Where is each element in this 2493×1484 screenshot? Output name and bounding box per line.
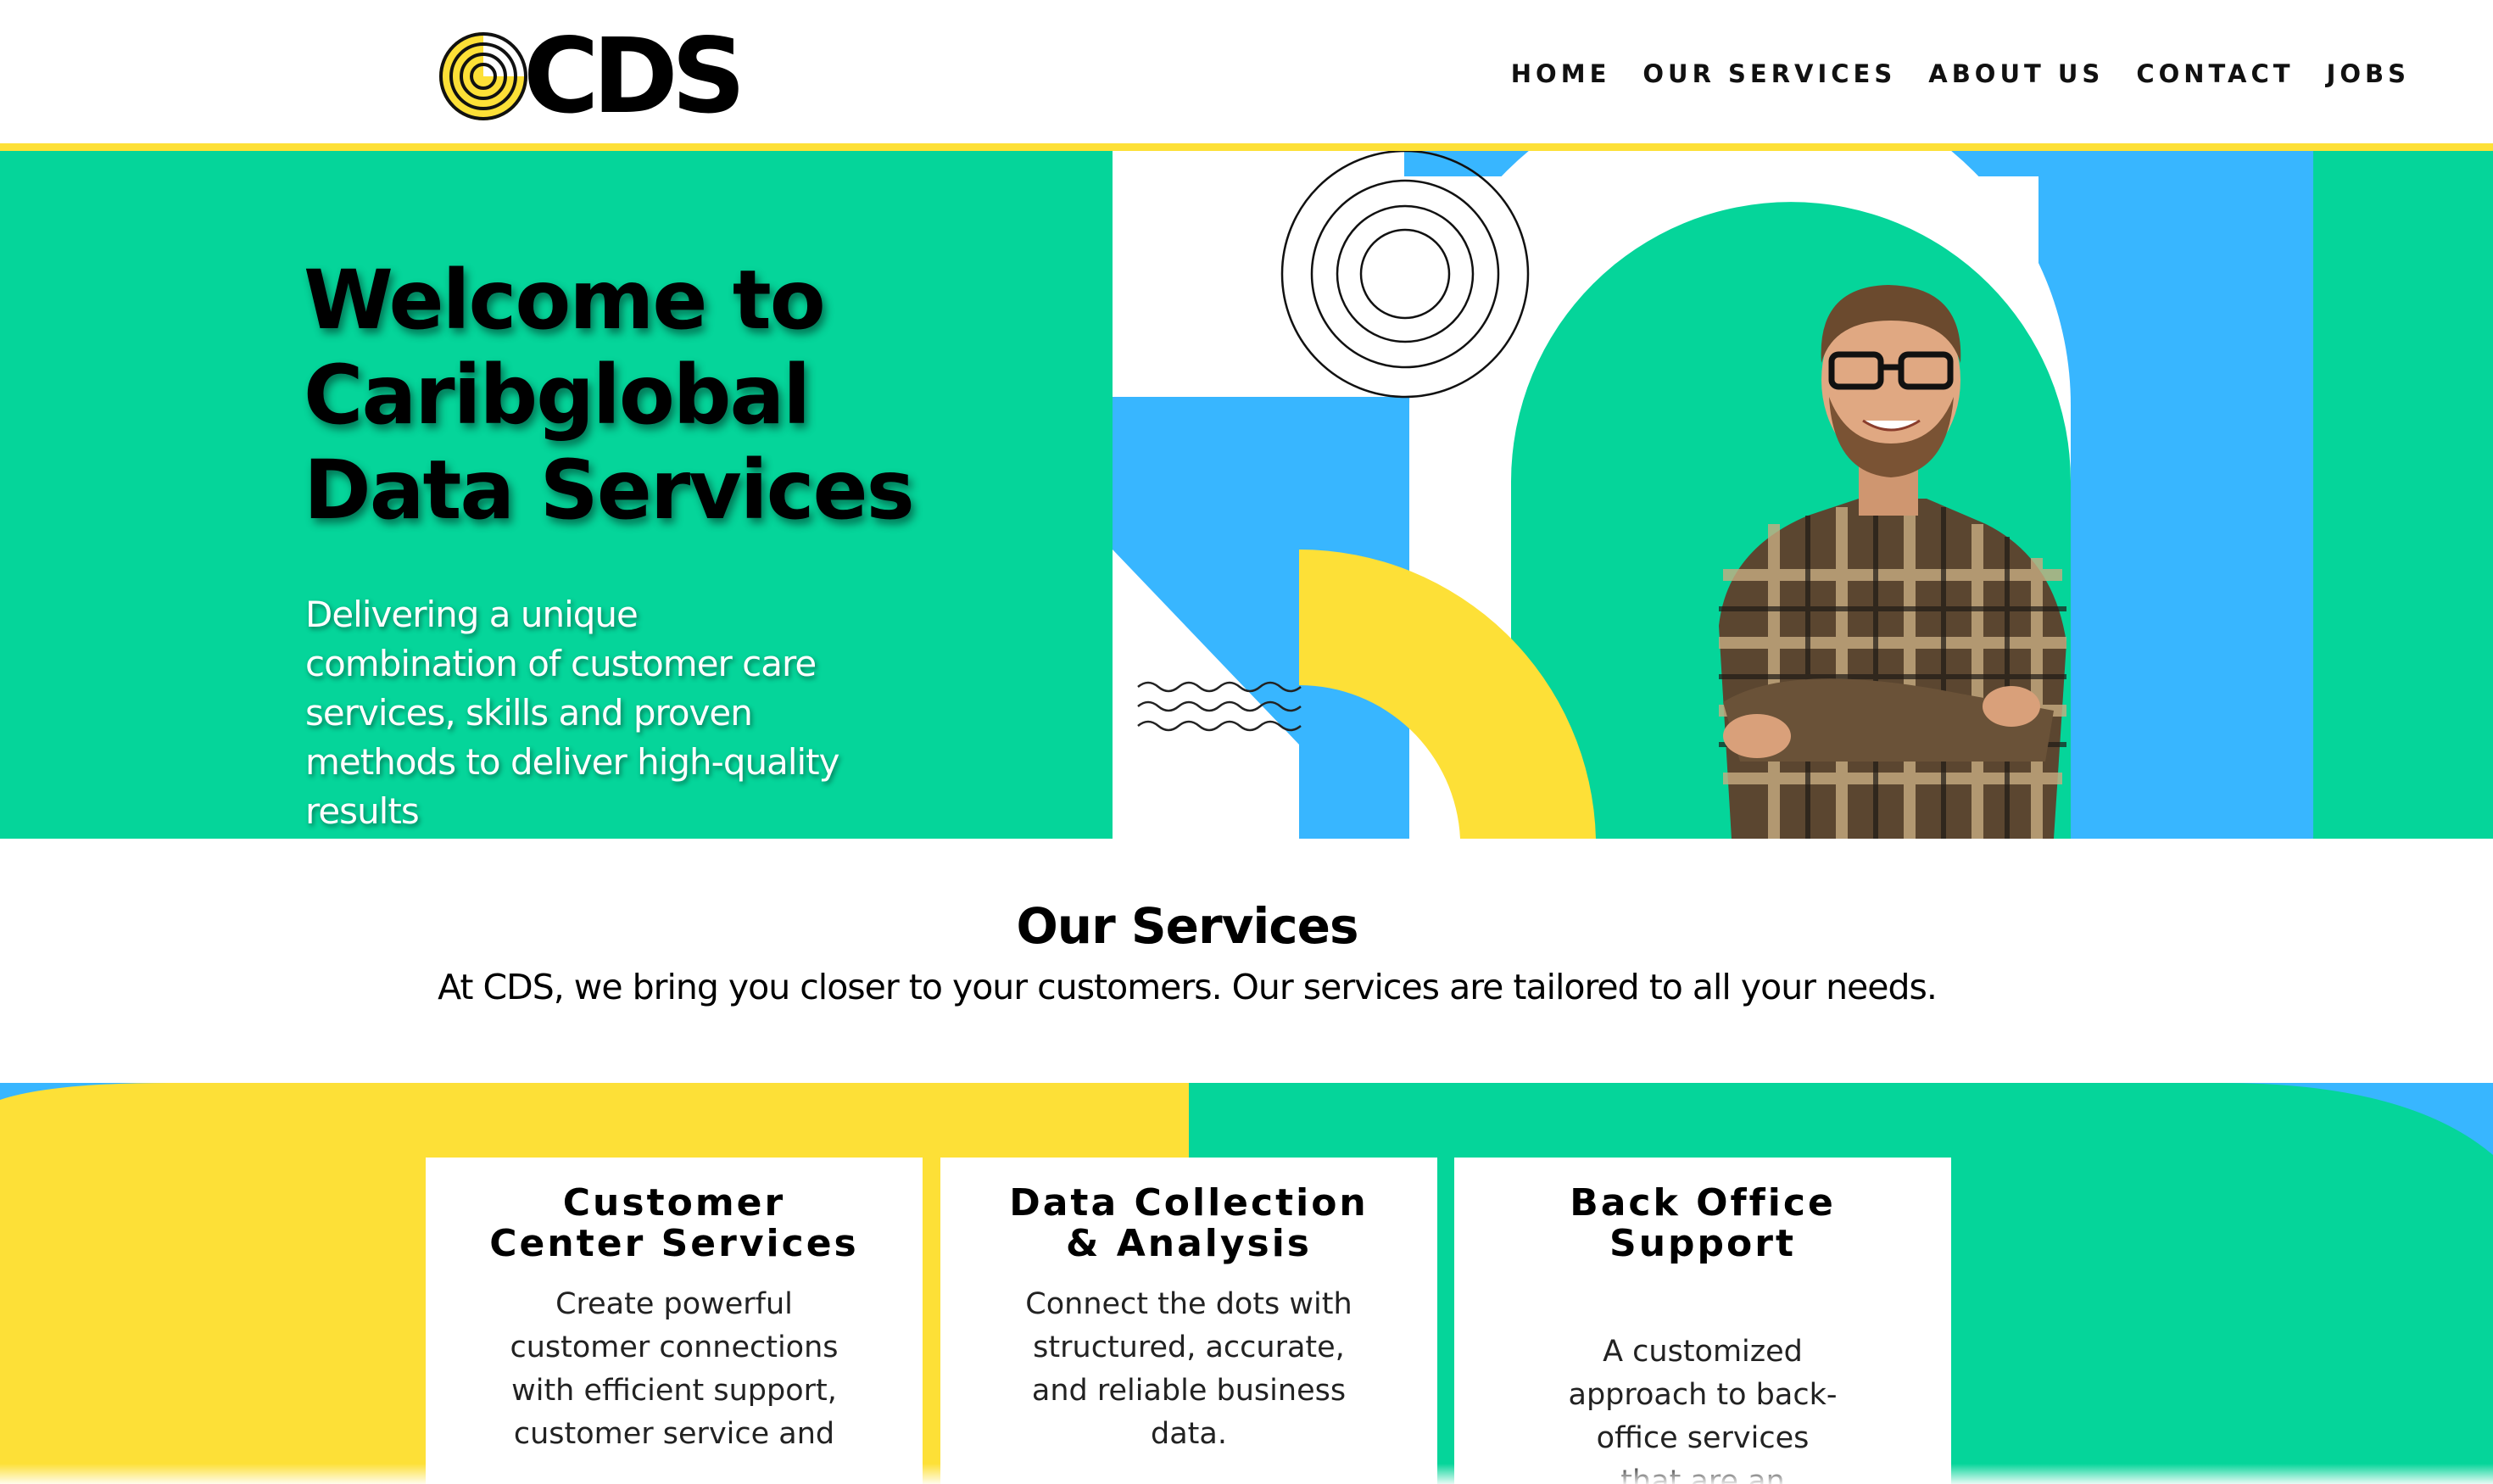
nav-jobs[interactable]: JOBS	[2327, 59, 2410, 88]
nav-home[interactable]: HOME	[1511, 59, 1611, 88]
card-text: Connect the dots with structured, accura…	[1025, 1287, 1352, 1451]
site-header: CDS HOME OUR SERVICES ABOUT US CONTACT J…	[0, 0, 2493, 143]
hero-title: Welcome to Caribglobal Data Services	[304, 253, 915, 538]
scroll-fade	[0, 1464, 2493, 1484]
card-text: A customized approach to back-office ser…	[1568, 1335, 1838, 1484]
services-tagline: At CDS, we bring you closer to your cust…	[438, 967, 1938, 1007]
nav-about-us[interactable]: ABOUT US	[1928, 59, 2104, 88]
cds-logo-icon	[439, 31, 527, 120]
service-card-back-office[interactable]: Back Office Support A customized approac…	[1454, 1158, 1951, 1484]
hero-subtitle: Delivering a unique combination of custo…	[305, 594, 840, 832]
card-title: Back Office Support	[1570, 1181, 1836, 1265]
card-title: Data Collection & Analysis	[1009, 1181, 1369, 1265]
hero-illustration	[1113, 151, 2313, 839]
header-divider	[0, 143, 2493, 151]
service-card-data-collection[interactable]: Data Collection & Analysis Connect the d…	[940, 1158, 1437, 1484]
services-heading: Our Services	[1016, 897, 1358, 955]
main-nav: HOME OUR SERVICES ABOUT US CONTACT JOBS	[1511, 59, 2410, 88]
card-title: Customer Center Services	[489, 1181, 859, 1265]
service-card-customer-center[interactable]: Customer Center Services Create powerful…	[426, 1158, 923, 1484]
nav-contact[interactable]: CONTACT	[2136, 59, 2294, 88]
cds-logo[interactable]: CDS	[437, 15, 759, 137]
card-text: Create powerful customer connections wit…	[510, 1287, 839, 1451]
nav-our-services[interactable]: OUR SERVICES	[1642, 59, 1896, 88]
logo-text: CDS	[523, 15, 746, 137]
services-band: Customer Center Services Create powerful…	[0, 1083, 2493, 1484]
hero-section: Welcome to Caribglobal Data Services Del…	[0, 151, 2493, 839]
